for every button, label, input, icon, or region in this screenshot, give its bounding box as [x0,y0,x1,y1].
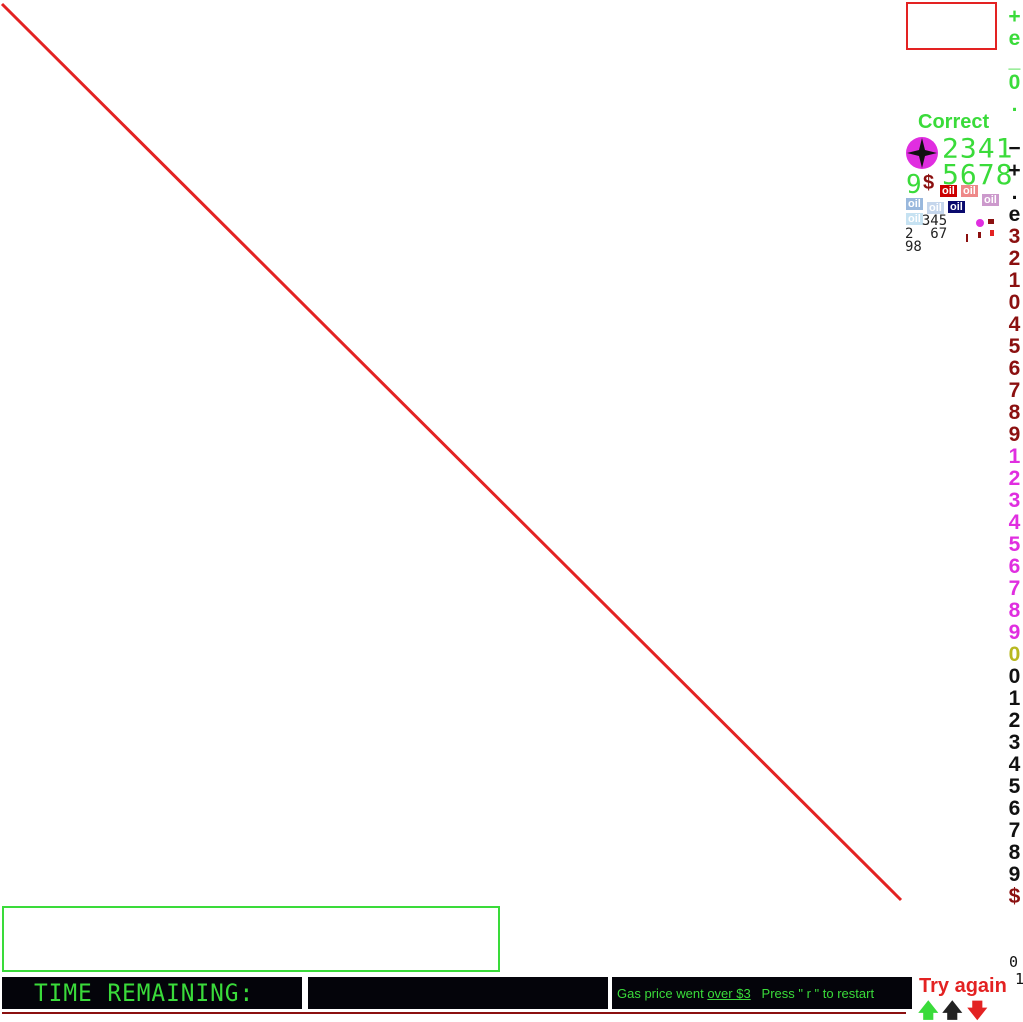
column-char: 0 [1008,643,1021,666]
time-remaining-value [308,977,608,985]
column-char: 8 [1008,841,1021,864]
column-tail-digit: 0 [1009,953,1019,971]
lcd-digit-nine: 9 [906,170,922,200]
column-char: 3 [1008,489,1021,512]
column-tail: 0 1 [1009,954,1023,988]
message-highlight: over $3 [707,986,751,1001]
trajectory-line [0,2,903,902]
column-char: 5 [1008,775,1021,798]
column-char: 7 [1008,379,1021,402]
column-char: 2 [1008,709,1021,732]
column-char: $ [1008,885,1021,908]
column-char: 8 [1008,401,1021,424]
column-char: 5 [1008,335,1021,358]
marker-sprites-icon [966,219,994,242]
oil-tag: oil [948,201,965,213]
column-char: − [1008,137,1021,160]
up-arrow-icon[interactable]: 🡅 [942,1001,963,1021]
bottom-divider [2,1012,906,1014]
column-char: 2 [1008,467,1021,490]
column-char: 3 [1008,225,1021,248]
column-char: 0 [1008,665,1021,688]
down-arrow-icon[interactable]: 🡇 [967,1001,988,1021]
column-char: 1 [1008,687,1021,710]
column-char: 7 [1008,819,1021,842]
column-char: 1 [1008,445,1021,468]
message-prefix: Gas price went [617,986,708,1001]
column-char [1006,116,1023,138]
oil-tag: oil [940,185,957,197]
column-char: 4 [1008,753,1021,776]
correct-label: Correct [918,111,990,133]
column-char: 7 [1008,577,1021,600]
tiny-digit-sprites: 345 2 67 98 [905,214,947,255]
column-char: e [1008,203,1021,226]
column-char: . [1011,93,1018,116]
column-char: 3 [1008,731,1021,754]
column-char: e [1008,27,1021,50]
column-char: + [1008,159,1021,182]
game-over-message: Gas price went over $3 Press " r " to re… [617,986,874,1001]
tiny-digits-line: 98 [905,239,922,255]
sprite-character-column: + e _ 0. − +. e 3 2 1 0 4 5 6 7 8 9 1 2 3 4 5 6 7 8 9 0 0 1 2 3 4 5 6 7 8 9… [1006,6,1023,908]
column-char: + [1008,5,1021,28]
column-char: 9 [1008,621,1021,644]
column-char: 0 [1008,71,1021,94]
message-suffix: Press " r " to restart [750,986,875,1001]
column-char: . [1011,181,1018,204]
column-char: 4 [1008,313,1021,336]
column-char: 9 [1008,863,1021,886]
oil-tag: oil [982,194,999,206]
column-char: 0 [1008,291,1021,314]
time-remaining-label: TIME REMAINING: [34,979,255,1007]
column-char: 9 [1008,423,1021,446]
oil-tag: oil [961,185,978,197]
input-area[interactable] [2,906,500,972]
column-char: 2 [1008,247,1021,270]
column-char: 6 [1008,357,1021,380]
time-value-panel [308,977,608,1009]
compass-icon [906,137,938,169]
target-box [906,2,997,50]
dollar-icon: $ [923,172,935,194]
up-arrow-icon[interactable]: 🡅 [918,1001,939,1021]
column-char: 8 [1008,599,1021,622]
column-char: _ [1008,49,1021,72]
column-char: 4 [1008,511,1021,534]
try-again-button[interactable]: Try again [919,975,1007,998]
oil-tag: oil [906,198,923,210]
column-char: 5 [1008,533,1021,556]
column-tail-digit: 1 [1015,970,1023,988]
column-char: 6 [1008,555,1021,578]
column-char: 1 [1008,269,1021,292]
column-char: 6 [1008,797,1021,820]
